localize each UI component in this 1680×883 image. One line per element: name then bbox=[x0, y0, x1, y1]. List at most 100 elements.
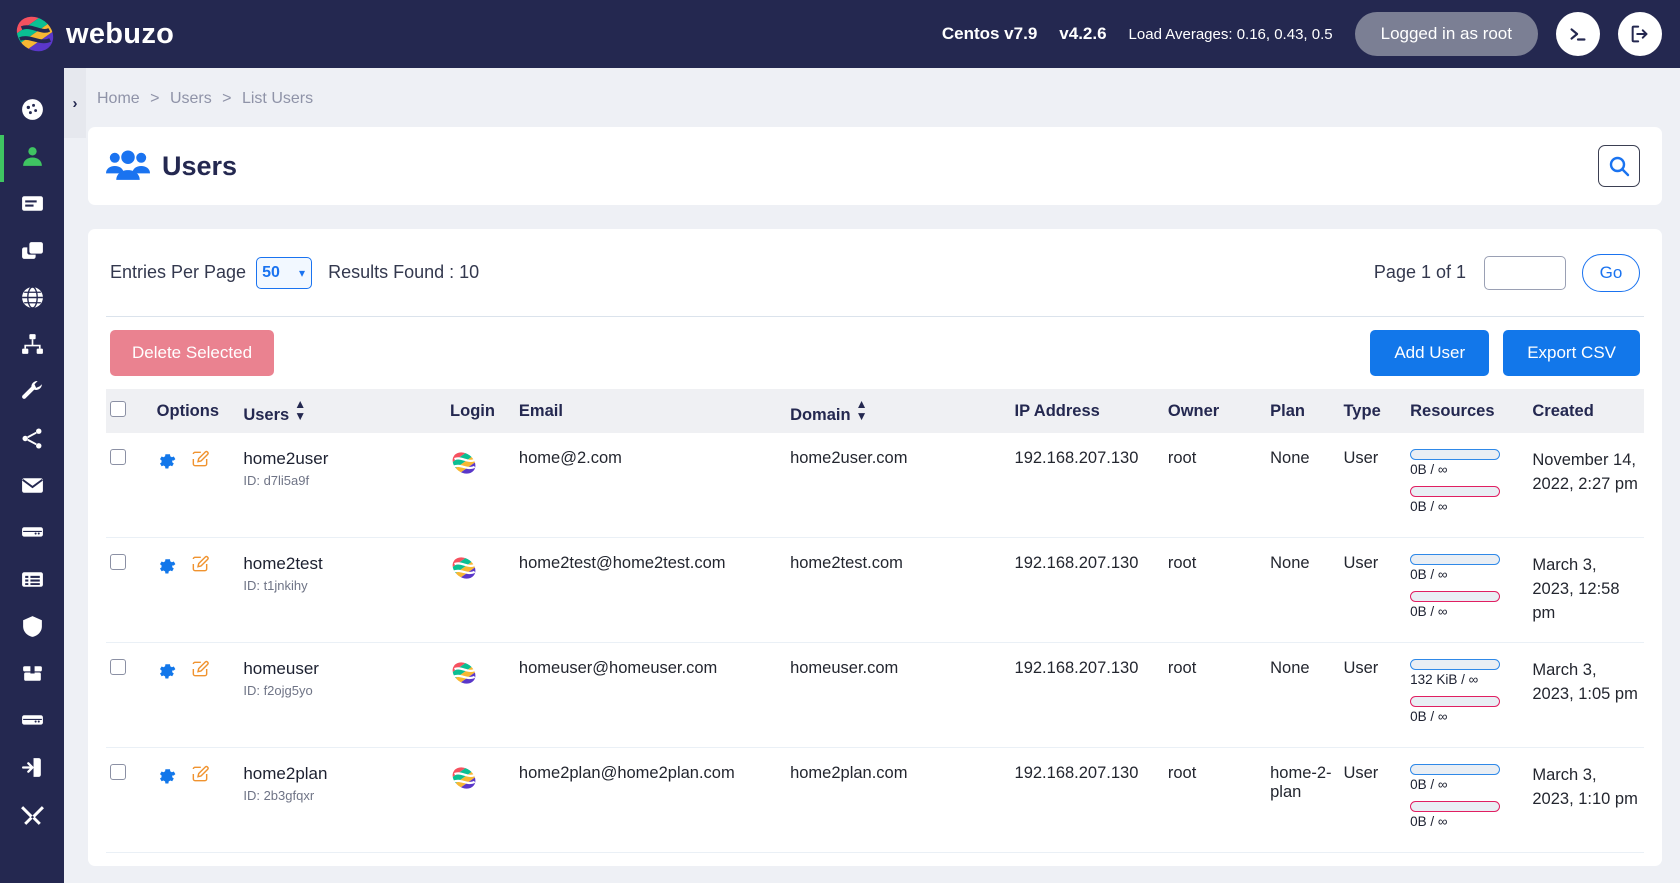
search-icon[interactable] bbox=[1598, 145, 1640, 187]
sidebar-item-security[interactable] bbox=[0, 605, 64, 652]
row-checkbox[interactable] bbox=[110, 449, 126, 465]
export-csv-button[interactable]: Export CSV bbox=[1503, 330, 1640, 376]
user-id: ID: t1jnkihy bbox=[243, 578, 308, 593]
sidebar-item-settings[interactable] bbox=[0, 793, 64, 840]
row-checkbox[interactable] bbox=[110, 659, 126, 675]
row-created-cell: March 3, 2023, 1:05 pm bbox=[1532, 661, 1638, 703]
sidebar-item-backup[interactable] bbox=[0, 652, 64, 699]
bandwidth-usage-label: 0B / ∞ bbox=[1410, 604, 1448, 619]
row-login-cell[interactable] bbox=[446, 643, 515, 748]
row-type-cell: User bbox=[1343, 764, 1379, 782]
user-name[interactable]: homeuser bbox=[243, 659, 440, 679]
pagination-bar: Entries Per Page 501025100 ▾ Results Fou… bbox=[106, 229, 1644, 317]
sitemap-icon bbox=[20, 332, 45, 362]
sort-updown-icon[interactable]: ▲ ▼ bbox=[294, 398, 306, 422]
webuzo-login-icon[interactable] bbox=[450, 449, 509, 477]
entries-per-page-select[interactable]: 501025100 bbox=[256, 256, 313, 289]
column-created: Created bbox=[1532, 401, 1594, 420]
sort-updown-icon[interactable]: ▲ ▼ bbox=[856, 398, 868, 422]
sidebar-item-tools[interactable] bbox=[0, 370, 64, 417]
row-created-cell: March 3, 2023, 12:58 pm bbox=[1532, 556, 1620, 622]
row-select-cell bbox=[106, 433, 153, 538]
database-icon bbox=[20, 708, 45, 738]
bandwidth-usage-bar bbox=[1410, 696, 1501, 707]
edit-pencil-icon[interactable] bbox=[190, 450, 210, 473]
logout-icon[interactable] bbox=[1618, 12, 1662, 56]
sidebar-item-sharing[interactable] bbox=[0, 417, 64, 464]
settings-gear-icon[interactable] bbox=[157, 454, 176, 473]
edit-pencil-icon[interactable] bbox=[190, 765, 210, 788]
row-owner-cell: root bbox=[1167, 449, 1197, 467]
sidebar-item-domains[interactable] bbox=[0, 276, 64, 323]
sidebar-item-users[interactable] bbox=[0, 135, 64, 182]
edit-pencil-icon[interactable] bbox=[190, 555, 210, 578]
terminal-icon[interactable] bbox=[1556, 12, 1600, 56]
edit-pencil-icon[interactable] bbox=[190, 660, 210, 683]
row-options-cell bbox=[153, 538, 240, 643]
sidebar-item-server[interactable] bbox=[0, 511, 64, 558]
delete-selected-button[interactable]: Delete Selected bbox=[110, 330, 275, 376]
bandwidth-usage-label: 0B / ∞ bbox=[1410, 709, 1448, 724]
brand-logo-area[interactable]: webuzo bbox=[0, 9, 240, 59]
webuzo-login-icon[interactable] bbox=[450, 659, 509, 687]
wrench-icon bbox=[20, 379, 45, 409]
select-all-checkbox[interactable] bbox=[110, 400, 126, 417]
row-owner-cell: root bbox=[1167, 764, 1197, 782]
row-plan-cell: None bbox=[1270, 449, 1310, 467]
column-users[interactable]: Users▲ ▼ bbox=[239, 389, 446, 433]
row-login-cell[interactable] bbox=[446, 748, 515, 853]
row-user-cell: home2user ID: d7li5a9f bbox=[239, 433, 446, 538]
row-owner-cell: root bbox=[1167, 659, 1197, 677]
box-icon bbox=[20, 661, 45, 691]
sidebar-item-import[interactable] bbox=[0, 746, 64, 793]
sidebar-item-billing[interactable] bbox=[0, 182, 64, 229]
os-version-label: Centos v7.9 bbox=[941, 24, 1038, 43]
user-name[interactable]: home2test bbox=[243, 554, 440, 574]
row-login-cell[interactable] bbox=[446, 538, 515, 643]
sidebar-item-network[interactable] bbox=[0, 323, 64, 370]
row-ip-cell: 192.168.207.130 bbox=[1014, 659, 1139, 677]
disk-usage-label: 0B / ∞ bbox=[1410, 462, 1448, 477]
breadcrumb-home[interactable]: Home bbox=[97, 90, 140, 107]
logged-in-badge[interactable]: Logged in as root bbox=[1354, 12, 1538, 56]
settings-gear-icon[interactable] bbox=[157, 664, 176, 683]
sidebar-item-dashboard[interactable] bbox=[0, 88, 64, 135]
settings-gear-icon[interactable] bbox=[157, 559, 176, 578]
row-plan-cell: home-2-plan bbox=[1270, 764, 1332, 801]
row-ip-cell: 192.168.207.130 bbox=[1014, 449, 1139, 467]
row-options-cell bbox=[153, 748, 240, 853]
webuzo-login-icon[interactable] bbox=[450, 764, 509, 792]
row-checkbox[interactable] bbox=[110, 764, 126, 780]
breadcrumb-users[interactable]: Users bbox=[170, 90, 212, 107]
column-ip-address: IP Address bbox=[1014, 401, 1100, 420]
go-button[interactable]: Go bbox=[1582, 253, 1640, 292]
row-email-cell: home2plan@home2plan.com bbox=[518, 764, 735, 782]
page-title-panel: Users bbox=[88, 127, 1662, 205]
row-login-cell[interactable] bbox=[446, 433, 515, 538]
list-icon bbox=[20, 567, 45, 597]
table-action-bar: Delete Selected Add User Export CSV bbox=[106, 317, 1644, 389]
add-user-button[interactable]: Add User bbox=[1370, 330, 1490, 376]
user-name[interactable]: home2user bbox=[243, 449, 440, 469]
user-name[interactable]: home2plan bbox=[243, 764, 440, 784]
sidebar-item-apps[interactable] bbox=[0, 229, 64, 276]
column-plan: Plan bbox=[1270, 401, 1305, 420]
settings-gear-icon[interactable] bbox=[157, 769, 176, 788]
row-user-cell: home2plan ID: 2b3gfqxr bbox=[239, 748, 446, 853]
sidebar-item-databases[interactable] bbox=[0, 699, 64, 746]
row-checkbox[interactable] bbox=[110, 554, 126, 570]
row-user-cell: home2test ID: t1jnkihy bbox=[239, 538, 446, 643]
row-created-cell: November 14, 2022, 2:27 pm bbox=[1532, 451, 1638, 493]
breadcrumb: Home > Users > List Users bbox=[64, 68, 1680, 108]
row-user-cell: homeuser ID: f2ojg5yo bbox=[239, 643, 446, 748]
row-created-cell: March 3, 2023, 1:10 pm bbox=[1532, 766, 1638, 808]
column-domain[interactable]: Domain▲ ▼ bbox=[786, 389, 1010, 433]
table-body: home2user ID: d7li5a9f home@2.com home2user… bbox=[106, 433, 1644, 853]
breadcrumb-current: List Users bbox=[241, 90, 314, 107]
sidebar-item-email[interactable] bbox=[0, 464, 64, 511]
row-resources-cell: 132 KiB / ∞ 0B / ∞ bbox=[1406, 643, 1528, 748]
webuzo-login-icon[interactable] bbox=[450, 554, 509, 582]
sidebar-item-logs[interactable] bbox=[0, 558, 64, 605]
row-options-cell bbox=[153, 643, 240, 748]
page-number-input[interactable] bbox=[1484, 255, 1566, 290]
